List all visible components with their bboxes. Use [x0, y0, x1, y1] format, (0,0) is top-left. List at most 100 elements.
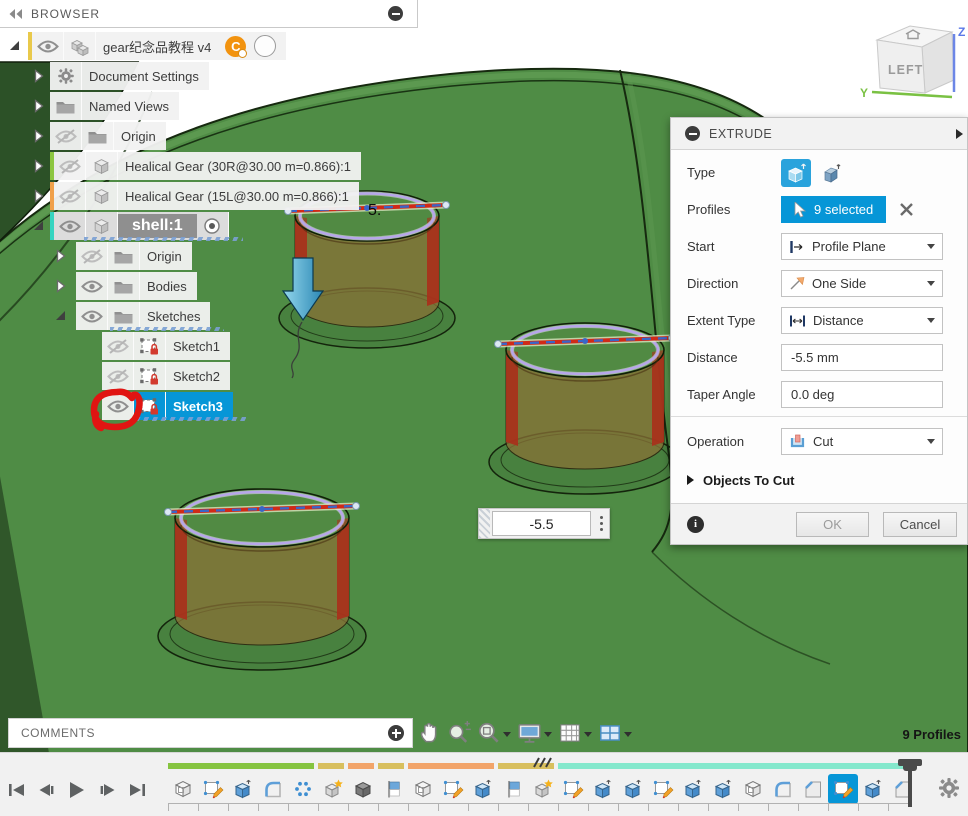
in-canvas-distance-input[interactable]: -5.5: [492, 511, 591, 536]
cancel-button[interactable]: Cancel: [883, 512, 957, 537]
viewports-button[interactable]: [597, 720, 634, 746]
timeline-feature-component-5[interactable]: [318, 774, 348, 804]
collapsed-arrow-icon[interactable]: [34, 159, 44, 173]
timeline-group-bar[interactable]: [378, 763, 404, 769]
info-icon[interactable]: i: [687, 516, 704, 533]
timeline-feature-extrude-23[interactable]: [858, 774, 888, 804]
collapsed-arrow-icon[interactable]: [34, 69, 44, 83]
timeline-feature-extrude-14[interactable]: [588, 774, 618, 804]
timeline-playhead[interactable]: [898, 759, 922, 807]
timeline-feature-fillet-20[interactable]: [768, 774, 798, 804]
timeline-feature-box-8[interactable]: [408, 774, 438, 804]
comments-bar[interactable]: COMMENTS: [8, 718, 413, 748]
go-to-end-button[interactable]: [124, 777, 150, 803]
timeline-feature-box-19[interactable]: [738, 774, 768, 804]
visibility-eye-icon[interactable]: [50, 122, 82, 150]
profiles-selection-button[interactable]: 9 selected: [781, 196, 886, 223]
visibility-eye-icon[interactable]: [102, 332, 134, 360]
timeline-group-bar[interactable]: [318, 763, 344, 769]
timeline-group-bar[interactable]: [348, 763, 374, 769]
ok-button[interactable]: OK: [796, 512, 869, 537]
grid-settings-button[interactable]: [557, 720, 594, 746]
expanded-arrow-icon[interactable]: [56, 311, 65, 320]
taper-angle-input[interactable]: 0.0 deg: [781, 381, 943, 408]
cylinder-boss-3[interactable]: [158, 489, 366, 670]
chevron-down-icon[interactable]: [544, 732, 552, 737]
comments-label: COMMENTS: [21, 726, 95, 740]
distance-input[interactable]: -5.5 mm: [781, 344, 943, 371]
browser-tree: gear纪念品教程 v4CDocument SettingsNamed View…: [0, 0, 460, 460]
chevron-down-icon[interactable]: [624, 732, 632, 737]
chevron-down-icon[interactable]: [503, 732, 511, 737]
pan-button[interactable]: [417, 720, 443, 746]
add-comment-icon[interactable]: [388, 725, 404, 741]
timeline-feature-extrude-2[interactable]: [228, 774, 258, 804]
timeline-feature-fillet-3[interactable]: [258, 774, 288, 804]
timeline-group-bar[interactable]: [558, 763, 914, 769]
collapsed-arrow-icon[interactable]: [56, 279, 66, 293]
extent-type-value: Distance: [813, 313, 864, 328]
go-to-start-button[interactable]: [4, 777, 30, 803]
view-cube[interactable]: LEFT Z Y: [848, 2, 968, 112]
collapsed-arrow-icon[interactable]: [34, 129, 44, 143]
play-button[interactable]: [64, 777, 90, 803]
objects-to-cut-toggle[interactable]: Objects To Cut: [671, 463, 967, 497]
extrude-type-solid-button[interactable]: [781, 159, 811, 187]
timeline-feature-sketch-9[interactable]: [438, 774, 468, 804]
timeline-feature-sketch-13[interactable]: [558, 774, 588, 804]
dialog-dock-arrow-icon[interactable]: [956, 129, 963, 139]
expanded-arrow-icon[interactable]: [10, 41, 19, 50]
timeline-feature-extrude-17[interactable]: [678, 774, 708, 804]
visibility-eye-icon[interactable]: [102, 362, 134, 390]
timeline-feature-component-12[interactable]: [528, 774, 558, 804]
extrude-dialog-header[interactable]: EXTRUDE: [671, 118, 967, 150]
collapse-dialog-icon[interactable]: [685, 126, 700, 141]
cloud-status-badge[interactable]: C: [225, 36, 246, 57]
visibility-eye-icon[interactable]: [54, 212, 86, 240]
collapsed-arrow-icon[interactable]: [34, 189, 44, 203]
visibility-eye-icon[interactable]: [54, 152, 86, 180]
direction-dropdown[interactable]: One Side: [781, 270, 943, 297]
display-settings-button[interactable]: [516, 720, 554, 746]
visibility-eye-icon[interactable]: [76, 302, 108, 330]
activate-component-radio[interactable]: [197, 212, 229, 240]
visibility-eye-icon[interactable]: [54, 182, 86, 210]
timeline-feature-extrude-10[interactable]: [468, 774, 498, 804]
timeline-feature-extrude-18[interactable]: [708, 774, 738, 804]
chevron-down-icon[interactable]: [584, 732, 592, 737]
extent-type-label: Extent Type: [687, 313, 781, 328]
timeline-feature-combine-6[interactable]: [348, 774, 378, 804]
collapsed-arrow-icon[interactable]: [34, 99, 44, 113]
timeline-feature-chamfer-21[interactable]: [798, 774, 828, 804]
timeline-feature-plane-7[interactable]: [378, 774, 408, 804]
fit-button[interactable]: [476, 720, 513, 746]
zoom-button[interactable]: [446, 720, 473, 746]
timeline-feature-sketch-22[interactable]: [828, 774, 858, 804]
profiles-count: 9 selected: [814, 202, 873, 217]
operation-dropdown[interactable]: Cut: [781, 428, 943, 455]
step-forward-button[interactable]: [94, 777, 120, 803]
timeline-settings-gear-icon[interactable]: [938, 777, 960, 799]
timeline-feature-plane-11[interactable]: [498, 774, 528, 804]
timeline-feature-sketch-1[interactable]: [198, 774, 228, 804]
timeline-group-bar[interactable]: [408, 763, 494, 769]
extrude-type-thin-button[interactable]: [817, 159, 847, 187]
timeline-feature-sketch-16[interactable]: [648, 774, 678, 804]
drag-handle[interactable]: [479, 509, 490, 538]
visibility-eye-icon[interactable]: [32, 32, 64, 60]
cylinder-boss-2[interactable]: [489, 323, 681, 494]
visibility-eye-icon[interactable]: [76, 272, 108, 300]
extent-type-dropdown[interactable]: Distance: [781, 307, 943, 334]
timeline-feature-box-0[interactable]: [168, 774, 198, 804]
visibility-eye-icon[interactable]: [102, 392, 134, 420]
step-back-button[interactable]: [34, 777, 60, 803]
expanded-arrow-icon[interactable]: [34, 221, 43, 230]
start-dropdown[interactable]: Profile Plane: [781, 233, 943, 260]
more-options-icon[interactable]: [593, 516, 609, 531]
timeline-group-bar[interactable]: [168, 763, 314, 769]
collapsed-arrow-icon[interactable]: [56, 249, 66, 263]
visibility-eye-icon[interactable]: [76, 242, 108, 270]
timeline-feature-extrude-15[interactable]: [618, 774, 648, 804]
clear-selection-icon[interactable]: [899, 202, 914, 217]
timeline-feature-pattern-4[interactable]: [288, 774, 318, 804]
